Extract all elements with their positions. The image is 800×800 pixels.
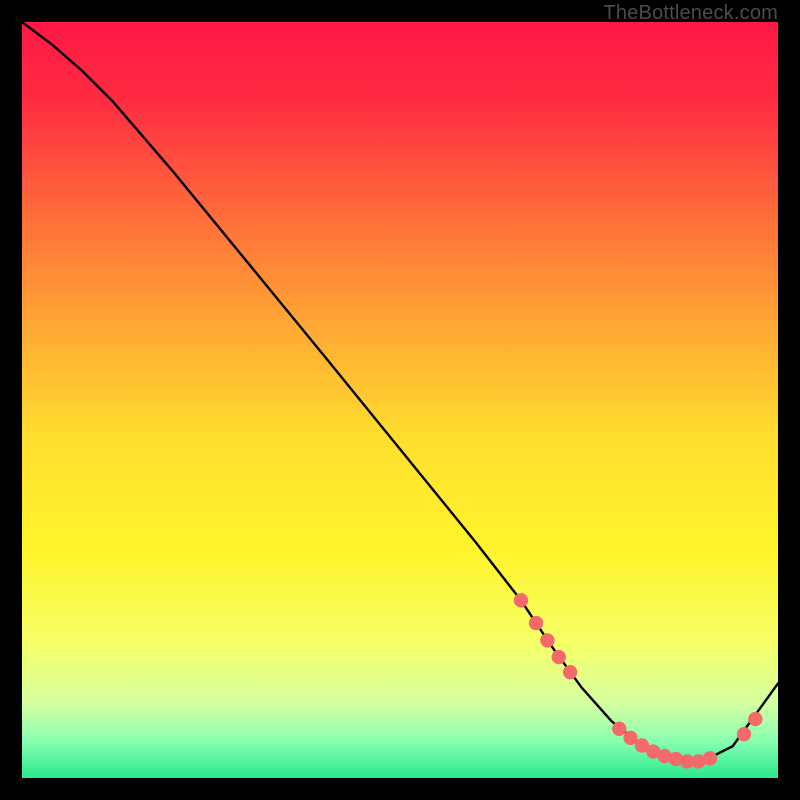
highlight-dot [552, 650, 566, 664]
highlight-dot [737, 727, 751, 741]
highlight-dot [748, 712, 762, 726]
highlight-dot [529, 616, 543, 630]
highlight-dot [540, 633, 554, 647]
highlight-dot [703, 751, 717, 765]
chart-svg [22, 22, 778, 778]
gradient-background [22, 22, 778, 778]
highlight-dot [612, 722, 626, 736]
chart-container: TheBottleneck.com [0, 0, 800, 800]
plot-area [22, 22, 778, 778]
highlight-dot [563, 665, 577, 679]
watermark-text: TheBottleneck.com [603, 2, 778, 25]
highlight-dot [514, 593, 528, 607]
